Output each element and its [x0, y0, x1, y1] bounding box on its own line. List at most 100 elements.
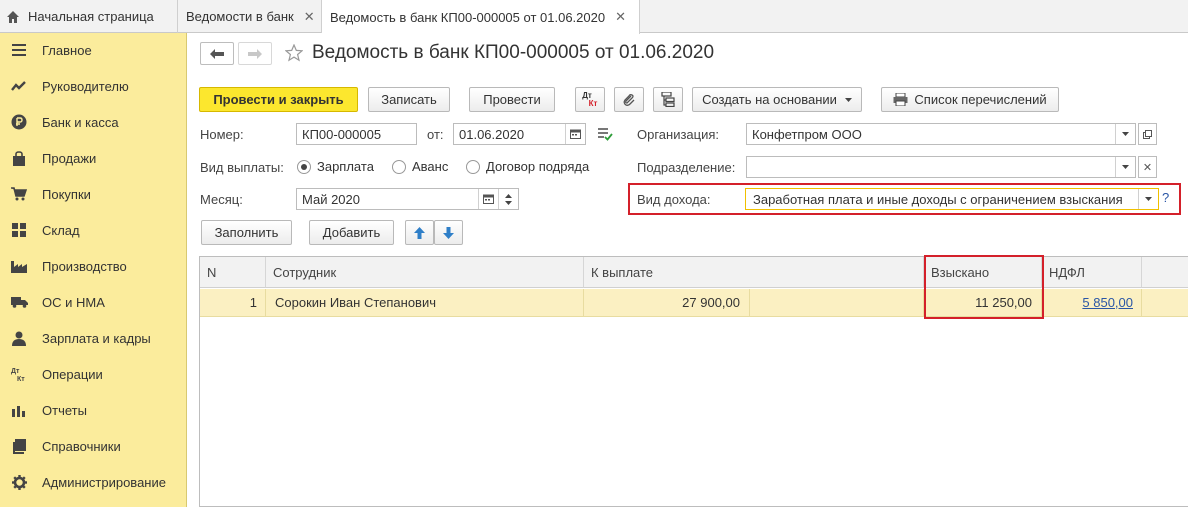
employee-cell[interactable]: Сорокин Иван Степанович	[266, 289, 584, 317]
dropdown-arrow-icon	[844, 97, 852, 102]
sidebar-item-main[interactable]: Главное	[0, 32, 186, 68]
income-type-field[interactable]: Заработная плата и иные доходы с огранич…	[745, 188, 1159, 210]
forward-button[interactable]	[238, 42, 272, 65]
radio-contract[interactable]: Договор подряда	[466, 159, 589, 174]
sidebar-item-production[interactable]: Производство	[0, 248, 186, 284]
close-icon[interactable]: ✕	[304, 9, 315, 25]
chevron-down-icon[interactable]	[1138, 189, 1158, 209]
column-header-employee[interactable]: Сотрудник	[266, 257, 584, 288]
svg-text:Кт: Кт	[17, 376, 25, 382]
radio-salary-label: Зарплата	[317, 159, 374, 174]
sidebar-item-purchases[interactable]: Покупки	[0, 176, 186, 212]
ndfl-cell[interactable]: 5 850,00	[1042, 289, 1142, 317]
sidebar-item-label: Операции	[42, 366, 103, 382]
add-button[interactable]: Добавить	[309, 220, 394, 245]
clear-division-button[interactable]: ✕	[1138, 156, 1157, 178]
sidebar-item-sales[interactable]: Продажи	[0, 140, 186, 176]
save-button[interactable]: Записать	[368, 87, 450, 112]
back-button[interactable]	[200, 42, 234, 65]
structure-button[interactable]	[653, 87, 683, 112]
sidebar-item-label: Главное	[42, 42, 92, 58]
arrow-left-icon	[210, 48, 224, 59]
post-button[interactable]: Провести	[469, 87, 555, 112]
svg-text:Дт: Дт	[11, 368, 20, 375]
dtkt-icon: Дт Кт	[10, 365, 28, 383]
arrow-right-icon	[248, 48, 262, 59]
sidebar-item-admin[interactable]: Администрирование	[0, 464, 186, 500]
bars-icon	[10, 401, 28, 419]
attach-files-button[interactable]	[614, 87, 644, 112]
date-field[interactable]: 01.06.2020	[453, 123, 586, 145]
sidebar-item-label: Справочники	[42, 438, 121, 454]
employees-table[interactable]: N Сотрудник К выплате Взыскано НДФЛ 1 Со…	[199, 255, 1188, 507]
fill-button[interactable]: Заполнить	[201, 220, 292, 245]
month-field[interactable]: Май 2020	[296, 188, 519, 210]
chevron-down-icon[interactable]	[1115, 157, 1135, 177]
to-pay-cell[interactable]: 27 900,00	[584, 289, 750, 317]
transfers-list-label: Список перечислений	[914, 92, 1047, 107]
blank-cell	[750, 289, 924, 317]
radio-advance-label: Аванс	[412, 159, 449, 174]
move-up-button[interactable]	[405, 220, 434, 245]
radio-empty-icon	[466, 159, 480, 174]
organization-value: Конфетпром ООО	[752, 126, 862, 142]
tab-bar: Начальная страница Ведомости в банк ✕ Ве…	[0, 0, 1188, 34]
ndfl-link[interactable]: 5 850,00	[1082, 295, 1133, 310]
hierarchy-icon	[661, 92, 675, 107]
column-header-ndfl[interactable]: НДФЛ	[1042, 257, 1142, 288]
sidebar-item-manager[interactable]: Руководителю	[0, 68, 186, 104]
sidebar-item-fixed-assets[interactable]: ОС и НМА	[0, 284, 186, 320]
sidebar-item-operations[interactable]: Дт Кт Операции	[0, 356, 186, 392]
factory-icon	[10, 257, 28, 275]
open-organization-button[interactable]	[1138, 123, 1157, 145]
sidebar-item-reports[interactable]: Отчеты	[0, 392, 186, 428]
radio-salary[interactable]: Зарплата	[297, 159, 374, 174]
radio-contract-label: Договор подряда	[486, 159, 590, 174]
calendar-icon[interactable]	[478, 189, 498, 209]
sidebar-item-salary[interactable]: Зарплата и кадры	[0, 320, 186, 356]
dtkt-button[interactable]: Дт Кт	[575, 87, 605, 112]
tab-home-label: Начальная страница	[28, 9, 154, 24]
menu-icon	[10, 41, 28, 59]
organization-field[interactable]: Конфетпром ООО	[746, 123, 1136, 145]
radio-advance[interactable]: Аванс	[392, 159, 448, 174]
tab-current-document[interactable]: Ведомость в банк КП00-000005 от 01.06.20…	[322, 0, 640, 34]
create-based-on-button[interactable]: Создать на основании	[692, 87, 862, 112]
gear-icon	[10, 473, 28, 491]
number-field[interactable]: КП00-000005	[296, 123, 417, 145]
month-spinner[interactable]	[498, 189, 518, 209]
printer-icon	[893, 93, 908, 106]
transfers-list-button[interactable]: Список перечислений	[881, 87, 1059, 112]
favorite-star-icon[interactable]	[284, 43, 304, 65]
dtkt-icon-bottom: Кт	[588, 98, 598, 108]
sidebar-item-label: Банк и касса	[42, 114, 119, 130]
move-down-button[interactable]	[434, 220, 463, 245]
division-field[interactable]	[746, 156, 1136, 178]
sidebar-item-directories[interactable]: Справочники	[0, 428, 186, 464]
income-type-label: Вид дохода:	[637, 192, 711, 207]
sidebar-item-label: Производство	[42, 258, 127, 274]
post-and-close-button[interactable]: Провести и закрыть	[199, 87, 358, 112]
sidebar-item-label: Администрирование	[42, 474, 166, 490]
sidebar-item-label: Зарплата и кадры	[42, 330, 151, 346]
column-header-n[interactable]: N	[200, 257, 266, 288]
sections-panel: Главное Руководителю Банк и касса Продаж…	[0, 33, 187, 507]
check-icon[interactable]	[598, 127, 613, 144]
column-header-to-pay[interactable]: К выплате	[584, 257, 924, 288]
tab-bank-statements[interactable]: Ведомости в банк ✕	[178, 0, 322, 33]
sidebar-item-label: Покупки	[42, 186, 91, 202]
arrow-up-icon	[414, 226, 425, 239]
book-icon	[10, 437, 28, 455]
chevron-down-icon[interactable]	[1115, 124, 1135, 144]
help-icon[interactable]: ?	[1162, 190, 1169, 205]
sidebar-item-label: Руководителю	[42, 78, 129, 94]
tab-home[interactable]: Начальная страница	[0, 0, 178, 33]
truck-icon	[10, 293, 28, 311]
calendar-icon[interactable]	[565, 124, 585, 144]
row-number-cell[interactable]: 1	[200, 289, 266, 317]
sidebar-item-bank[interactable]: Банк и касса	[0, 104, 186, 140]
row-tail-cell	[1142, 289, 1188, 317]
grid-icon	[10, 221, 28, 239]
close-icon[interactable]: ✕	[615, 9, 626, 25]
sidebar-item-warehouse[interactable]: Склад	[0, 212, 186, 248]
